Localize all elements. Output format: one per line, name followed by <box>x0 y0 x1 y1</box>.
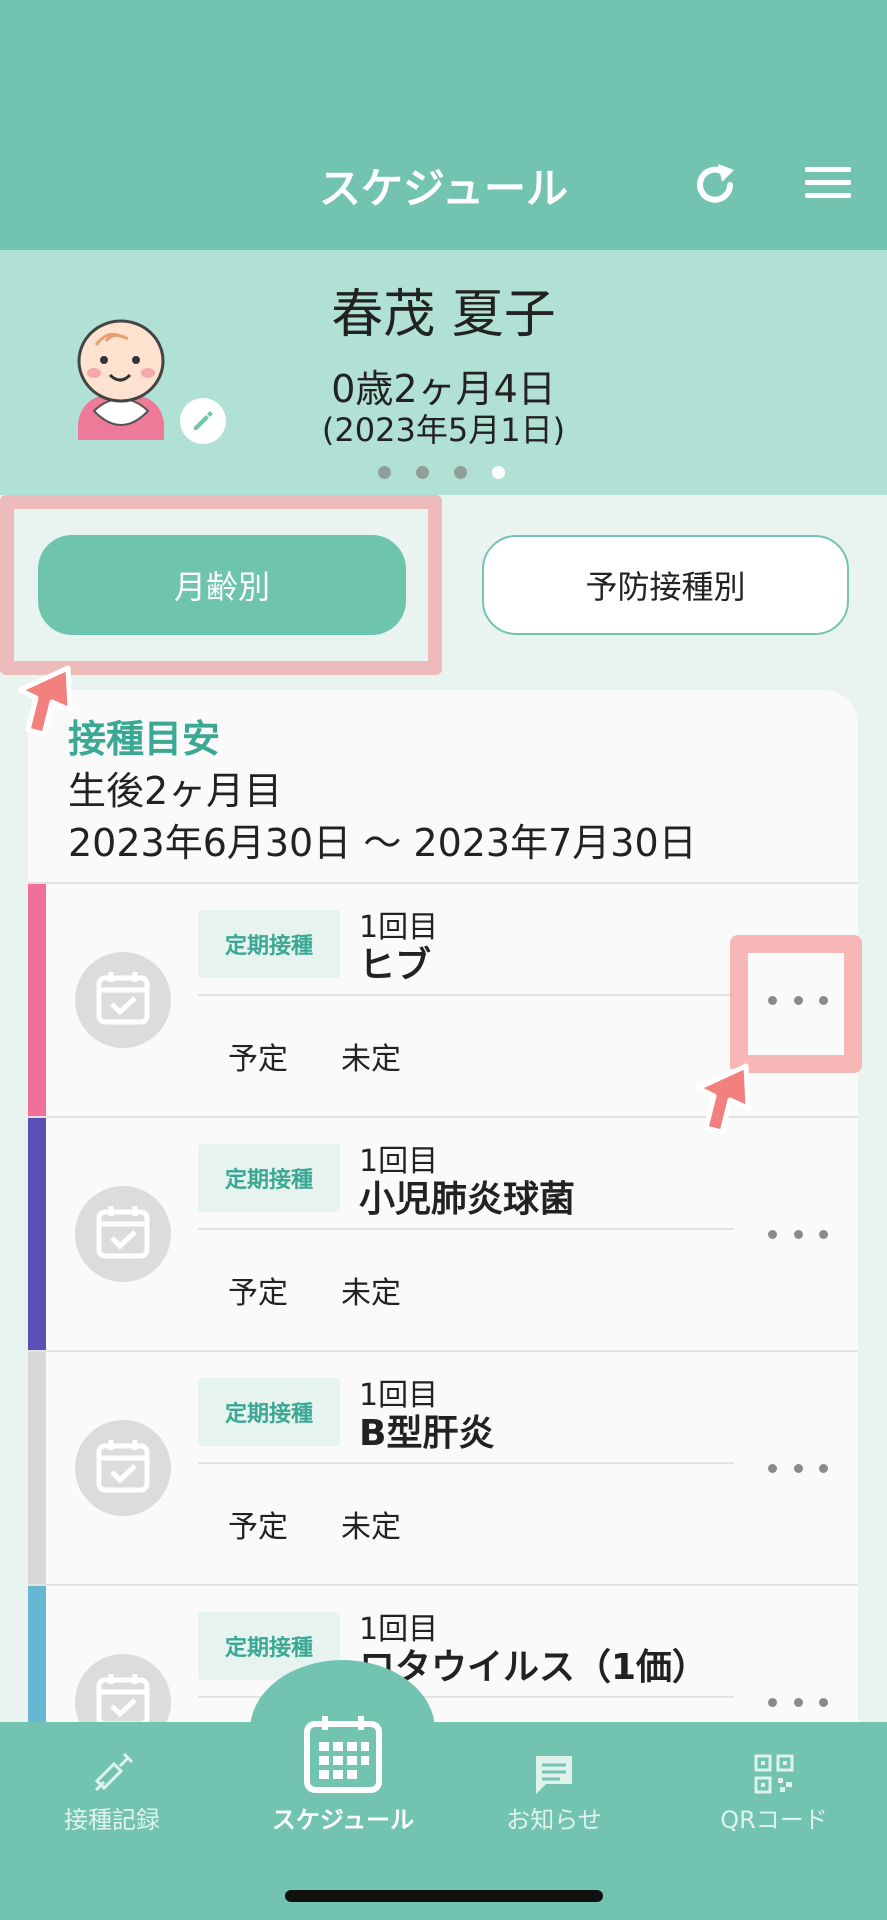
vaccine-color-stripe <box>28 1118 46 1350</box>
nav-label: 接種記録 <box>64 1806 160 1834</box>
nav-item-schedule[interactable]: スケジュール <box>253 1712 433 1835</box>
plan-label: 予定 <box>228 1276 288 1311</box>
calendar-check-icon <box>96 1674 150 1727</box>
message-icon <box>536 1756 572 1794</box>
calendar-check-button[interactable] <box>75 1186 171 1282</box>
nav-item-qr[interactable]: QRコード <box>714 1752 834 1835</box>
pointer-arrow-icon <box>17 665 73 737</box>
vaccine-type-tag: 定期接種 <box>198 910 340 978</box>
plan-value: 未定 <box>341 1042 401 1077</box>
calendar-check-icon <box>96 1440 150 1493</box>
vaccine-name: ヒブ <box>359 945 432 986</box>
syringe-icon <box>94 1752 134 1792</box>
nav-label: スケジュール <box>271 1806 415 1834</box>
qr-code-icon <box>754 1754 794 1794</box>
child-birthdate: (2023年5月1日) <box>321 411 566 449</box>
nav-item-news[interactable]: お知らせ <box>494 1752 614 1835</box>
app-header: スケジュール <box>0 0 887 250</box>
page-dot-active[interactable] <box>492 466 505 479</box>
more-options-button[interactable] <box>768 1692 828 1712</box>
more-options-button[interactable] <box>768 1224 828 1244</box>
row-divider <box>198 994 734 996</box>
schedule-card: 接種目安 生後2ヶ月目 2023年6月30日 〜 2023年7月30日 定期接種… <box>28 690 858 1790</box>
calendar-check-icon <box>96 1206 150 1259</box>
row-divider <box>198 1228 734 1230</box>
by-vaccine-button[interactable]: 予防接種別 <box>482 535 849 635</box>
nav-item-records[interactable]: 接種記録 <box>52 1752 172 1835</box>
tutorial-highlight-more <box>730 935 862 1073</box>
ellipsis-icon <box>819 1229 828 1239</box>
vaccine-type-tag: 定期接種 <box>198 1378 340 1446</box>
vaccine-type-tag: 定期接種 <box>198 1144 340 1212</box>
ellipsis-icon <box>793 1229 803 1239</box>
menu-icon[interactable] <box>805 165 851 201</box>
ellipsis-icon <box>768 1229 777 1239</box>
vaccine-name: B型肝炎 <box>359 1413 495 1454</box>
pointer-arrow-icon <box>695 1063 751 1135</box>
tutorial-highlight <box>0 495 442 675</box>
ellipsis-icon <box>793 1697 803 1707</box>
vaccine-row[interactable]: 定期接種 1回目 B型肝炎 予定 未定 <box>28 1350 858 1584</box>
vaccine-name: 小児肺炎球菌 <box>359 1179 576 1220</box>
ellipsis-icon <box>819 1697 828 1707</box>
guide-month: 生後2ヶ月目 <box>68 769 283 813</box>
nav-label: お知らせ <box>506 1806 602 1834</box>
vaccine-name: ロタウイルス（1価） <box>359 1647 709 1688</box>
more-options-button[interactable] <box>768 1458 828 1478</box>
page-title: スケジュール <box>318 164 569 213</box>
plan-value: 未定 <box>341 1276 401 1311</box>
child-profile[interactable]: 春茂 夏子 0歳2ヶ月4日 (2023年5月1日) <box>0 250 887 495</box>
vaccine-color-stripe <box>28 884 46 1116</box>
calendar-icon <box>304 1716 382 1793</box>
home-indicator[interactable] <box>285 1890 603 1902</box>
calendar-check-button[interactable] <box>75 1420 171 1516</box>
refresh-icon[interactable] <box>690 160 740 210</box>
vaccine-color-stripe <box>28 1352 46 1584</box>
plan-label: 予定 <box>228 1042 288 1077</box>
view-toggle: 月齢別 予防接種別 <box>0 495 887 695</box>
nav-label: QRコード <box>720 1806 828 1834</box>
guide-heading: 接種目安 <box>68 717 221 761</box>
ellipsis-icon <box>768 1463 777 1473</box>
guide-date-range: 2023年6月30日 〜 2023年7月30日 <box>68 821 697 865</box>
page-dot[interactable] <box>416 466 429 479</box>
calendar-check-icon <box>96 972 150 1025</box>
ellipsis-icon <box>793 1463 803 1473</box>
calendar-check-button[interactable] <box>75 952 171 1048</box>
plan-value: 未定 <box>341 1510 401 1545</box>
row-divider <box>198 1462 734 1464</box>
vaccine-row[interactable]: 定期接種 1回目 小児肺炎球菌 予定 未定 <box>28 1116 858 1350</box>
child-name: 春茂 夏子 <box>331 285 556 345</box>
page-dot[interactable] <box>378 466 391 479</box>
plan-label: 予定 <box>228 1510 288 1545</box>
ellipsis-icon <box>819 1463 828 1473</box>
page-dot[interactable] <box>454 466 467 479</box>
ellipsis-icon <box>768 1697 777 1707</box>
